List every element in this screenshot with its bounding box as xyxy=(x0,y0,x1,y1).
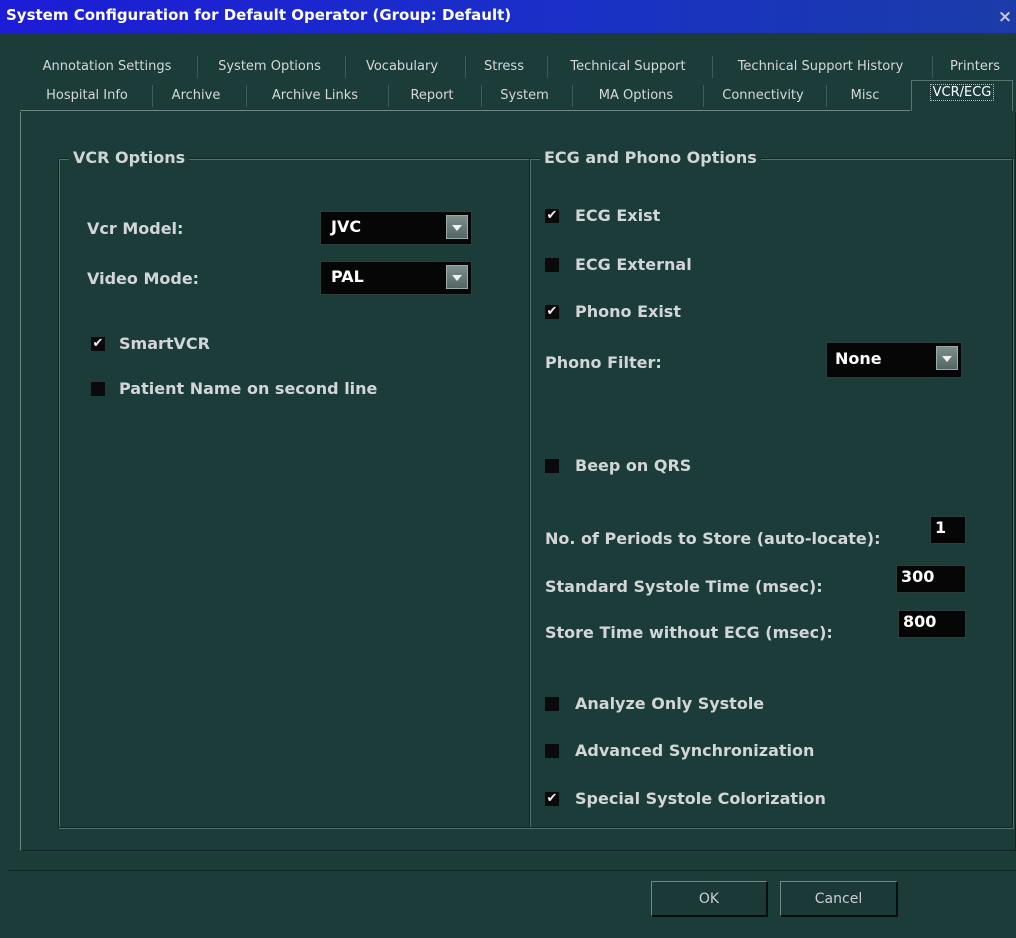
advanced-sync-label: Advanced Synchronization xyxy=(575,741,815,760)
footer-divider xyxy=(8,870,1016,871)
smartvcr-checkbox[interactable]: ✔ xyxy=(91,337,105,351)
tab-misc[interactable]: Misc xyxy=(826,85,903,107)
video-mode-value: PAL xyxy=(331,267,364,286)
periods-label: No. of Periods to Store (auto-locate): xyxy=(545,529,881,548)
systole-time-label: Standard Systole Time (msec): xyxy=(545,577,823,596)
ecg-phono-options-title: ECG and Phono Options xyxy=(540,148,761,167)
ecg-external-checkbox[interactable] xyxy=(545,258,559,272)
title-bar: System Configuration for Default Operato… xyxy=(0,0,1016,33)
beep-qrs-checkbox[interactable] xyxy=(545,459,559,473)
tab-divider xyxy=(20,110,910,111)
phono-filter-value: None xyxy=(835,349,882,368)
ecg-phono-options-group: ECG and Phono Options ✔ ECG Exist ECG Ex… xyxy=(529,148,1013,828)
vcr-model-label: Vcr Model: xyxy=(87,219,184,238)
vcr-options-title: VCR Options xyxy=(69,148,190,167)
tab-ma-options[interactable]: MA Options xyxy=(572,85,699,107)
tab-archive[interactable]: Archive xyxy=(152,85,239,107)
vcr-options-group: VCR Options Vcr Model: JVC Video Mode: P… xyxy=(58,148,530,828)
vcr-model-value: JVC xyxy=(331,217,362,236)
tab-technical-support-history[interactable]: Technical Support History xyxy=(712,56,928,78)
tab-hospital-info[interactable]: Hospital Info xyxy=(28,85,146,107)
tab-report[interactable]: Report xyxy=(388,85,475,107)
phono-filter-label: Phono Filter: xyxy=(545,353,662,372)
tab-connectivity[interactable]: Connectivity xyxy=(703,85,822,107)
chevron-down-icon[interactable] xyxy=(446,265,468,289)
store-time-input[interactable]: 800 xyxy=(898,610,966,638)
ecg-exist-label: ECG Exist xyxy=(575,206,661,225)
beep-qrs-label: Beep on QRS xyxy=(575,456,692,475)
vcr-model-dropdown[interactable]: JVC xyxy=(320,211,472,245)
ok-button[interactable]: OK xyxy=(651,881,768,917)
tab-system[interactable]: System xyxy=(481,85,567,107)
tab-vocabulary[interactable]: Vocabulary xyxy=(345,56,458,78)
analyze-systole-label: Analyze Only Systole xyxy=(575,694,765,713)
periods-input[interactable]: 1 xyxy=(930,516,966,544)
video-mode-dropdown[interactable]: PAL xyxy=(320,261,472,295)
tab-content-panel: VCR Options Vcr Model: JVC Video Mode: P… xyxy=(20,112,1016,851)
systole-time-input[interactable]: 300 xyxy=(896,565,966,593)
cancel-button[interactable]: Cancel xyxy=(780,881,898,917)
special-colorization-checkbox[interactable]: ✔ xyxy=(545,792,559,806)
chevron-down-icon[interactable] xyxy=(446,215,468,239)
tab-annotation-settings[interactable]: Annotation Settings xyxy=(22,56,192,78)
smartvcr-label: SmartVCR xyxy=(119,334,210,353)
tab-system-options[interactable]: System Options xyxy=(197,56,341,78)
patient-name-label: Patient Name on second line xyxy=(119,379,378,398)
advanced-sync-checkbox[interactable] xyxy=(545,744,559,758)
ecg-external-label: ECG External xyxy=(575,255,692,274)
close-icon[interactable]: × xyxy=(996,7,1014,27)
store-time-label: Store Time without ECG (msec): xyxy=(545,623,833,642)
chevron-down-icon[interactable] xyxy=(936,346,958,370)
analyze-systole-checkbox[interactable] xyxy=(545,697,559,711)
tab-archive-links[interactable]: Archive Links xyxy=(246,85,383,107)
ecg-exist-checkbox[interactable]: ✔ xyxy=(545,209,559,223)
phono-filter-dropdown[interactable]: None xyxy=(826,342,962,378)
tab-technical-support[interactable]: Technical Support xyxy=(547,56,708,78)
phono-exist-checkbox[interactable]: ✔ xyxy=(545,305,559,319)
tab-printers[interactable]: Printers xyxy=(932,56,1016,78)
window-title: System Configuration for Default Operato… xyxy=(6,6,512,24)
video-mode-label: Video Mode: xyxy=(87,269,200,288)
special-colorization-label: Special Systole Colorization xyxy=(575,789,826,808)
phono-exist-label: Phono Exist xyxy=(575,302,681,321)
tab-stress[interactable]: Stress xyxy=(465,56,542,78)
tab-bar: Annotation Settings System Options Vocab… xyxy=(0,33,1016,113)
patient-name-checkbox[interactable] xyxy=(91,382,105,396)
tab-vcr-ecg[interactable]: VCR/ECG xyxy=(911,80,1013,111)
